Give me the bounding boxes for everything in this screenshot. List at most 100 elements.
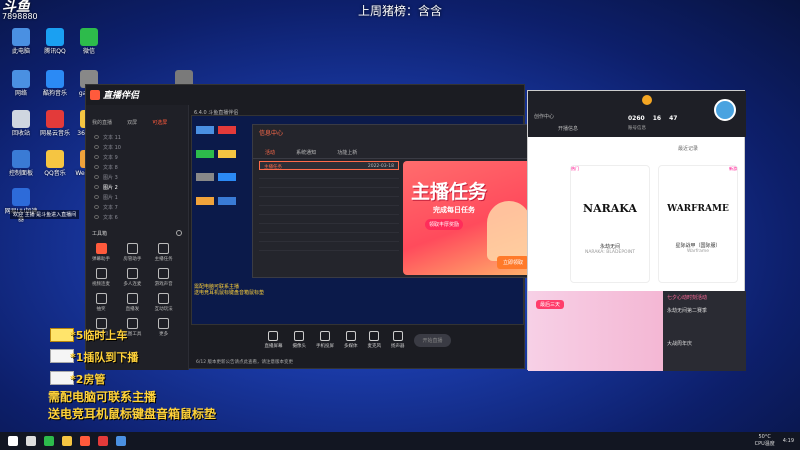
source-button[interactable]: 扬声器 [391,331,404,349]
tool-button[interactable]: 更多 [153,318,175,337]
layer-item[interactable]: 文本 9 [86,152,188,162]
avatar[interactable] [714,99,736,121]
eye-icon[interactable] [94,175,99,179]
app-icon [12,110,30,128]
source-button[interactable]: 多媒体 [344,331,357,349]
tab-activity[interactable]: 活动 [257,147,283,158]
source-button[interactable]: 手机投屏 [316,331,334,349]
message-row-empty [259,206,399,215]
event-item[interactable]: 大战周年庆 [663,337,746,350]
layer-label: 图片 2 [103,184,118,191]
event-item[interactable]: 七夕心动时刻活动 [663,291,746,304]
layer-item[interactable]: 图片 2 [86,182,188,192]
promo-title: 主播任务 [411,181,488,203]
eye-icon[interactable] [94,185,99,189]
desktop-icon[interactable]: 控制面板 [2,150,40,178]
tab-system[interactable]: 系统通知 [288,147,324,158]
preview-desktop-icons [196,126,236,216]
start-menu-icon[interactable] [8,436,18,446]
desktop-icon-label: 此电脑 [11,48,30,55]
layer-item[interactable]: 文本 10 [86,142,188,152]
tool-button[interactable]: 抽奖 [90,293,112,312]
tool-button[interactable]: 视频连麦 [90,268,112,287]
search-icon[interactable] [26,436,36,446]
desktop-icon[interactable]: 此电脑 [2,28,40,56]
tab-new-features[interactable]: 功能上新 [329,147,365,158]
tool-button[interactable]: 弹幕助手 [90,243,112,262]
eye-icon[interactable] [94,145,99,149]
layer-list: 文本 11 文本 10 文本 9 文本 8 图片 3 图片 2 图片 1 文本 7 文本 6 [86,132,188,222]
desktop-icon[interactable]: 腾讯QQ [36,28,74,56]
app-icon [12,70,30,88]
app-title-bar: 直播伴侣 [90,88,139,101]
tool-label: 更多 [159,332,169,337]
live-app-icon[interactable] [80,436,90,446]
eye-icon[interactable] [94,135,99,139]
music-icon[interactable] [98,436,108,446]
layer-item[interactable]: 文本 8 [86,162,188,172]
desktop-icon[interactable]: 微信 [70,28,108,56]
message-row-empty [259,188,399,197]
tool-button[interactable]: 互动玩法 [153,293,175,312]
overlay-line3: *2房管 [70,373,106,386]
tool-button[interactable]: 游戏声音 [153,268,175,287]
card-subtitle: Warframe [686,249,710,254]
tool-button[interactable]: 房管助手 [121,243,143,262]
layer-label: 文本 11 [103,134,121,141]
logo-text: 斗鱼 [2,0,30,15]
desktop-icon[interactable]: 网易云音乐 [36,110,74,138]
message-row[interactable]: 主播任务 2022-03-18 [259,161,399,170]
toolbox-settings-icon[interactable] [176,230,182,236]
tab-dual[interactable]: 双屏 [127,120,137,126]
layer-item[interactable]: 图片 1 [86,192,188,202]
source-button[interactable]: 摄像头 [292,331,306,349]
layer-item[interactable]: 文本 7 [86,202,188,212]
tool-button[interactable]: 主播任务 [153,243,175,262]
eye-icon[interactable] [94,195,99,199]
eye-icon[interactable] [94,215,99,219]
game-center-window: 创作中心 开播信息 0260 16 47 账号信息 最近记录 热门 NARAKA… [527,90,746,371]
promo-claim-button[interactable]: 立即领取 [496,256,529,269]
source-icon [319,331,330,341]
tool-button[interactable]: 直播发 [121,293,143,312]
stat-count-3: 47 [669,115,678,122]
game-card-warframe[interactable]: 新游 WARFRAME 星际战甲（国际服） Warframe [658,165,738,283]
promo-banner[interactable]: 主播任务 完成每日任务 领取丰厚奖励 立即领取 [403,161,535,275]
tab-optional[interactable]: 可选屏 [152,120,167,126]
clock[interactable]: 4:19 [783,438,794,445]
desktop-icon-label: 微信 [82,48,95,55]
folder-icon[interactable] [62,436,72,446]
header-label-2[interactable]: 开播信息 [558,125,578,132]
desktop-icon[interactable]: 回收站 [2,110,40,138]
source-button[interactable]: 麦克风 [367,331,381,349]
layer-item[interactable]: 图片 3 [86,172,188,182]
header-label-1[interactable]: 创作中心 [534,113,554,120]
desktop-icon[interactable]: QQ音乐 [36,150,74,178]
tool-label: 主播任务 [154,257,173,262]
eye-icon[interactable] [94,165,99,169]
eye-icon[interactable] [94,155,99,159]
browser-icon[interactable] [116,436,126,446]
app-icon [12,188,30,206]
stream-title: 上周猪榜：含含 [357,4,442,18]
history-link[interactable]: 最近记录 [678,145,698,152]
desktop-icon[interactable]: 网络 [2,70,40,98]
tool-label: 弹幕助手 [92,257,110,262]
game-card-naraka[interactable]: 热门 NARAKA 永劫无间 NARAKA: BLADEPOINT [570,165,650,283]
layer-item[interactable]: 文本 6 [86,212,188,222]
tool-button[interactable]: 多人连麦 [121,268,143,287]
event-item[interactable]: 永劫无间第二赛季 [663,304,746,317]
layer-item[interactable]: 文本 11 [86,132,188,142]
message-center-dialog: 信息中心 × 活动 系统通知 功能上新 主播任务 2022-03-18 主播任务… [252,124,540,278]
eye-icon[interactable] [94,205,99,209]
source-button[interactable]: 直播屏幕 [264,331,282,349]
desktop-icon[interactable]: 酷狗音乐 [36,70,74,98]
start-live-button[interactable]: 开始直播 [414,333,451,347]
system-tray: 50°C CPU温度 4:19 [755,434,794,448]
layer-label: 文本 10 [103,144,121,151]
tab-my-live[interactable]: 我的直播 [92,120,112,126]
cpu-label: CPU温度 [754,441,775,447]
wechat-icon[interactable] [44,436,54,446]
taskbar: 50°C CPU温度 4:19 [0,432,800,450]
mascot-illustration [487,201,531,261]
